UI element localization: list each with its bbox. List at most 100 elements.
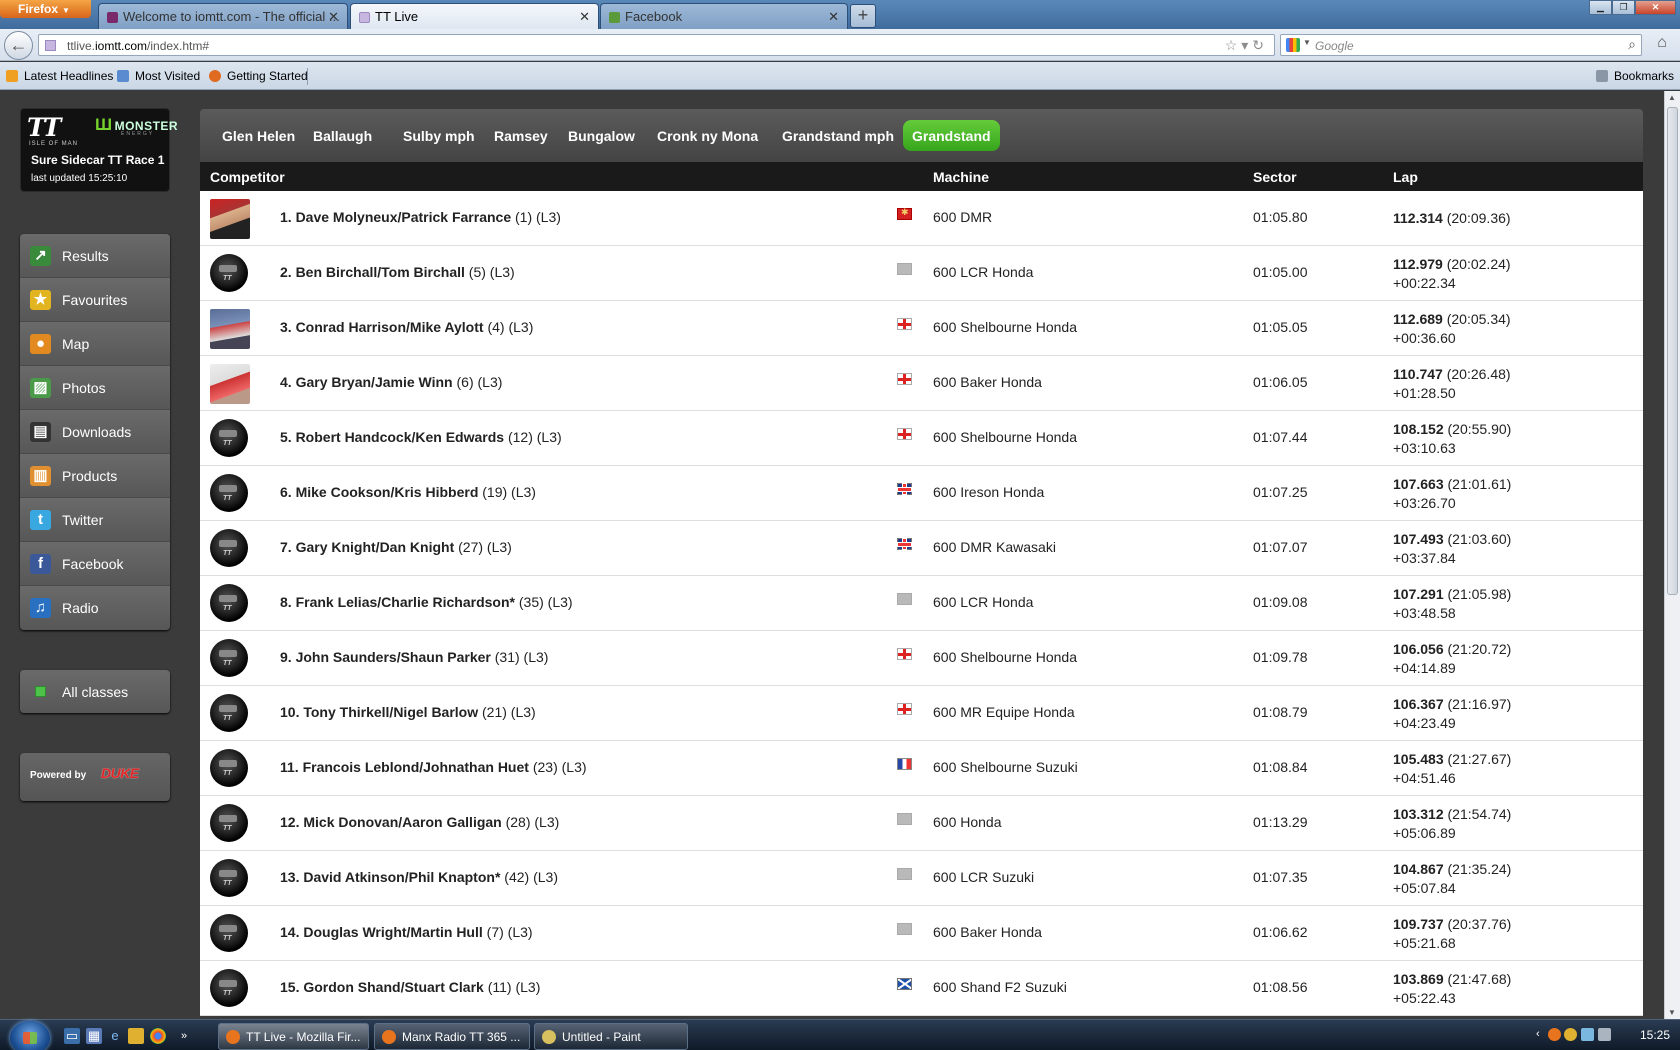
close-tab-icon[interactable]: ✕ (328, 9, 339, 25)
chevron-right-icon[interactable]: » (176, 1028, 192, 1044)
competitor-cell[interactable]: 7. Gary Knight/Dan Knight (27) (L3) (280, 539, 512, 555)
tab-sulby-mph[interactable]: Sulby mph (403, 120, 475, 151)
table-row[interactable]: 9. John Saunders/Shaun Parker (31) (L3) 6… (200, 631, 1643, 686)
network-icon[interactable] (1581, 1028, 1594, 1041)
table-row[interactable]: 3. Conrad Harrison/Mike Aylott (4) (L3) 6… (200, 301, 1643, 356)
competitor-cell[interactable]: 3. Conrad Harrison/Mike Aylott (4) (L3) (280, 319, 533, 335)
tab-tt-live[interactable]: TT Live ✕ (350, 3, 599, 29)
table-row[interactable]: 8. Frank Lelias/Charlie Richardson* (35)… (200, 576, 1643, 631)
volume-icon[interactable] (1598, 1028, 1611, 1041)
search-bar[interactable]: ▼ Google ⌕ (1280, 34, 1642, 56)
show-hidden-icons-icon[interactable]: ‹ (1536, 1028, 1540, 1040)
back-button[interactable]: ← (4, 31, 33, 60)
competitor-cell[interactable]: 11. Francois Leblond/Johnathan Huet (23)… (280, 759, 587, 775)
competitor-cell[interactable]: 12. Mick Donovan/Aaron Galligan (28) (L3… (280, 814, 559, 830)
table-row[interactable]: 15. Gordon Shand/Stuart Clark (11) (L3) 6… (200, 961, 1643, 1016)
bookmark-star-icon[interactable]: ☆▾↻ (1225, 37, 1268, 54)
new-tab-button[interactable]: + (850, 4, 876, 28)
vertical-scrollbar[interactable]: ▲ ▼ (1664, 91, 1680, 1019)
search-icon[interactable]: ⌕ (1628, 36, 1636, 53)
internet-explorer-icon[interactable]: e (107, 1028, 123, 1044)
competitor-cell[interactable]: 2. Ben Birchall/Tom Birchall (5) (L3) (280, 264, 515, 280)
sidebar-item-photos[interactable]: ▨ Photos (20, 366, 170, 410)
search-engine-dropdown-icon[interactable]: ▼ (1303, 38, 1311, 47)
sidebar-item-downloads[interactable]: ▤ Downloads (20, 410, 170, 454)
table-row[interactable]: 4. Gary Bryan/Jamie Winn (6) (L3) 600 Bak… (200, 356, 1643, 411)
show-desktop-icon[interactable]: ▭ (64, 1028, 80, 1044)
close-window-icon[interactable]: ✕ (1635, 0, 1676, 15)
firefox-menu-button[interactable]: Firefox ▼ (0, 0, 91, 18)
minimize-icon[interactable]: ▁ (1589, 0, 1612, 15)
competitor-cell[interactable]: 9. John Saunders/Shaun Parker (31) (L3) (280, 649, 548, 665)
google-icon[interactable] (1286, 38, 1300, 52)
scroll-up-icon[interactable]: ▲ (1668, 93, 1676, 102)
lap-time: (21:35.24) (1447, 861, 1512, 877)
sidebar-item-products[interactable]: ▥ Products (20, 454, 170, 498)
column-sector[interactable]: Sector (1253, 169, 1297, 185)
competitor-cell[interactable]: 5. Robert Handcock/Ken Edwards (12) (L3) (280, 429, 562, 445)
chrome-icon[interactable] (150, 1028, 166, 1044)
site-identity-icon[interactable] (45, 40, 56, 51)
table-row[interactable]: 2. Ben Birchall/Tom Birchall (5) (L3) 600… (200, 246, 1643, 301)
close-tab-icon[interactable]: ✕ (579, 9, 590, 25)
explorer-icon[interactable]: ▦ (86, 1028, 102, 1044)
scrollbar-thumb[interactable] (1667, 107, 1678, 595)
address-bar[interactable]: ttlive.iomtt.com/index.htm# ☆▾↻ (38, 34, 1275, 56)
competitor-cell[interactable]: 10. Tony Thirkell/Nigel Barlow (21) (L3) (280, 704, 536, 720)
home-button[interactable]: ⌂ (1650, 34, 1674, 56)
competitor-cell[interactable]: 14. Douglas Wright/Martin Hull (7) (L3) (280, 924, 533, 940)
duke-logo[interactable]: DUKE (101, 765, 139, 781)
bookmarks-menu-button[interactable]: Bookmarks (1596, 69, 1674, 83)
competitor-cell[interactable]: 6. Mike Cookson/Kris Hibberd (19) (L3) (280, 484, 536, 500)
clock[interactable]: 15:25 (1640, 1028, 1670, 1042)
tab-iomtt[interactable]: Welcome to iomtt.com - The official ... … (98, 3, 348, 29)
sidebar-item-twitter[interactable]: t Twitter (20, 498, 170, 542)
table-row[interactable]: 11. Francois Leblond/Johnathan Huet (23)… (200, 741, 1643, 796)
tab-grandstand-mph[interactable]: Grandstand mph (782, 120, 894, 151)
taskbar-window-button[interactable]: Manx Radio TT 365 ... (374, 1023, 530, 1050)
table-row[interactable]: 5. Robert Handcock/Ken Edwards (12) (L3)… (200, 411, 1643, 466)
table-row[interactable]: 6. Mike Cookson/Kris Hibberd (19) (L3) 60… (200, 466, 1643, 521)
close-tab-icon[interactable]: ✕ (828, 9, 839, 25)
competitor-cell[interactable]: 8. Frank Lelias/Charlie Richardson* (35)… (280, 594, 573, 610)
table-row[interactable]: 12. Mick Donovan/Aaron Galligan (28) (L3… (200, 796, 1643, 851)
firefox-tray-icon[interactable] (1548, 1028, 1561, 1041)
folder-icon[interactable] (128, 1028, 144, 1044)
table-row[interactable]: 10. Tony Thirkell/Nigel Barlow (21) (L3)… (200, 686, 1643, 741)
competitor-cell[interactable]: 13. David Atkinson/Phil Knapton* (42) (L… (280, 869, 558, 885)
table-row[interactable]: 14. Douglas Wright/Martin Hull (7) (L3) 6… (200, 906, 1643, 961)
sidebar-item-favourites[interactable]: ★ Favourites (20, 278, 170, 322)
tab-cronk-ny-mona[interactable]: Cronk ny Mona (657, 120, 758, 151)
tab-facebook[interactable]: Facebook ✕ (600, 3, 848, 29)
maximize-icon[interactable]: ❐ (1612, 0, 1635, 15)
competitor-number-lap: (11) (L3) (487, 979, 541, 995)
tab-ramsey[interactable]: Ramsey (494, 120, 548, 151)
tab-bungalow[interactable]: Bungalow (568, 120, 635, 151)
taskbar-window-button[interactable]: Untitled - Paint (534, 1023, 688, 1050)
browser-titlebar: Firefox ▼ Welcome to iomtt.com - The offi… (0, 0, 1680, 29)
table-row[interactable]: 1. Dave Molyneux/Patrick Farrance (1) (L… (200, 191, 1643, 246)
sidebar-item-results[interactable]: ↗ Results (20, 234, 170, 278)
sidebar-item-radio[interactable]: ♫ Radio (20, 586, 170, 630)
tab-grandstand[interactable]: Grandstand (903, 120, 1000, 151)
column-competitor[interactable]: Competitor (210, 169, 285, 185)
all-classes-button[interactable]: All classes (20, 670, 170, 713)
tab-glen-helen[interactable]: Glen Helen (222, 120, 295, 151)
bookmark-getting-started[interactable]: Getting Started (209, 69, 308, 83)
tray-app-icon[interactable] (1564, 1028, 1577, 1041)
column-machine[interactable]: Machine (933, 169, 989, 185)
table-row[interactable]: 13. David Atkinson/Phil Knapton* (42) (L… (200, 851, 1643, 906)
taskbar-window-button[interactable]: TT Live - Mozilla Fir... (218, 1023, 369, 1050)
column-lap[interactable]: Lap (1393, 169, 1418, 185)
tab-ballaugh[interactable]: Ballaugh (313, 120, 372, 151)
start-button[interactable] (10, 1021, 50, 1050)
sidebar-item-map[interactable]: ● Map (20, 322, 170, 366)
competitor-cell[interactable]: 1. Dave Molyneux/Patrick Farrance (1) (L… (280, 209, 561, 225)
scroll-down-icon[interactable]: ▼ (1668, 1008, 1676, 1017)
table-row[interactable]: 7. Gary Knight/Dan Knight (27) (L3) 600 D… (200, 521, 1643, 576)
bookmark-most-visited[interactable]: Most Visited (117, 69, 200, 83)
competitor-cell[interactable]: 4. Gary Bryan/Jamie Winn (6) (L3) (280, 374, 502, 390)
bookmark-latest-headlines[interactable]: Latest Headlines (6, 69, 113, 83)
sidebar-item-facebook[interactable]: f Facebook (20, 542, 170, 586)
competitor-cell[interactable]: 15. Gordon Shand/Stuart Clark (11) (L3) (280, 979, 540, 995)
